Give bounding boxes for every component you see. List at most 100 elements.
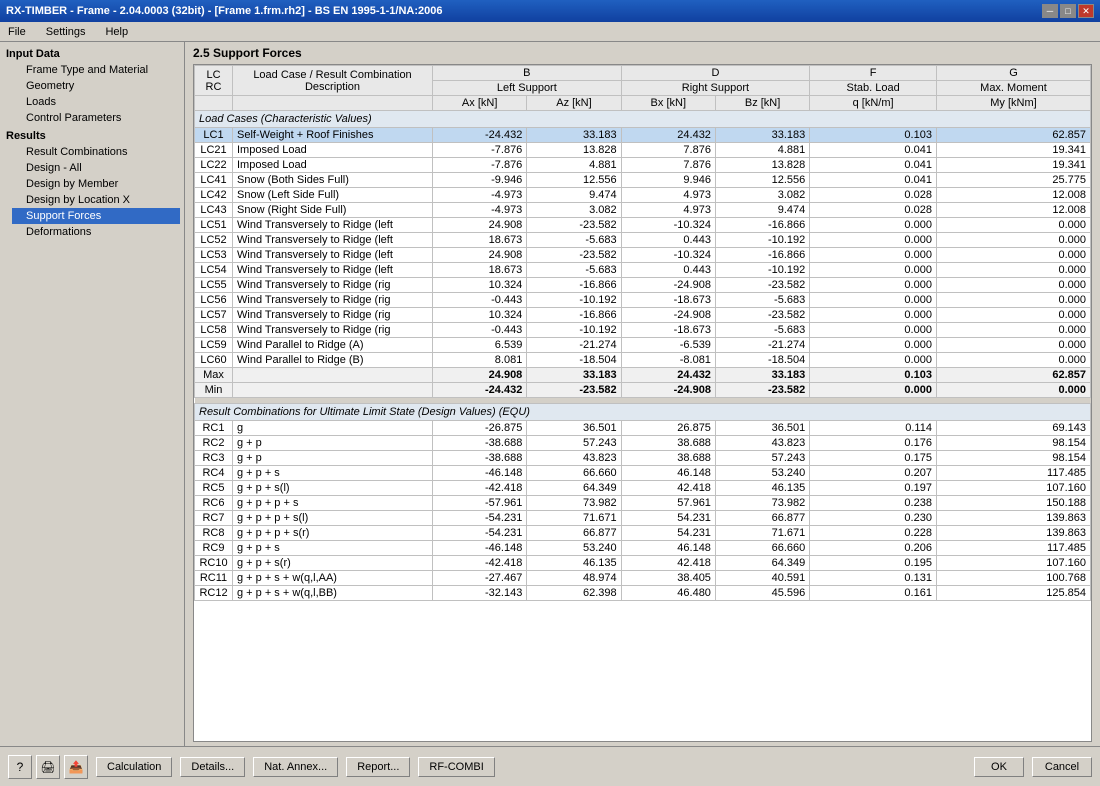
sidebar-item-control-params[interactable]: Control Parameters <box>12 110 180 126</box>
bx-val: -10.324 <box>621 248 715 263</box>
my-val: 25.775 <box>936 173 1090 188</box>
my-val: 0.000 <box>936 383 1090 398</box>
export-icon-button[interactable]: 📤 <box>64 755 88 779</box>
q-val: 0.161 <box>810 586 937 601</box>
help-icon-button[interactable]: ? <box>8 755 32 779</box>
minimize-button[interactable]: ─ <box>1042 4 1058 18</box>
ax-val: -38.688 <box>433 451 527 466</box>
bx-val: 46.480 <box>621 586 715 601</box>
my-val: 62.857 <box>936 368 1090 383</box>
bz-val: 33.183 <box>715 368 809 383</box>
lc-id: LC57 <box>195 308 233 323</box>
ax-val: 18.673 <box>433 233 527 248</box>
ax-val: -27.467 <box>433 571 527 586</box>
az-val: 36.501 <box>527 421 621 436</box>
bz-val: -10.192 <box>715 263 809 278</box>
sidebar-input-data-header: Input Data <box>4 46 180 62</box>
table-row: LC21 Imposed Load -7.876 13.828 7.876 4.… <box>195 143 1091 158</box>
bz-val: 13.828 <box>715 158 809 173</box>
ax-val: 8.081 <box>433 353 527 368</box>
bz-val: 46.135 <box>715 481 809 496</box>
bx-val: 24.432 <box>621 128 715 143</box>
q-val: 0.028 <box>810 203 937 218</box>
rc-desc: g + p + s <box>233 466 433 481</box>
ax-val: 6.539 <box>433 338 527 353</box>
bz-val: 53.240 <box>715 466 809 481</box>
az-val: -5.683 <box>527 233 621 248</box>
rc-desc: g + p <box>233 436 433 451</box>
table-container[interactable]: LCRC Load Case / Result CombinationDescr… <box>193 64 1092 742</box>
sidebar-item-design-by-location[interactable]: Design by Location X <box>12 192 180 208</box>
menu-file[interactable]: File <box>4 25 30 39</box>
bx-val: 7.876 <box>621 158 715 173</box>
ax-val: -32.143 <box>433 586 527 601</box>
ax-val: -4.973 <box>433 203 527 218</box>
bx-val: -24.908 <box>621 278 715 293</box>
sidebar-item-deformations[interactable]: Deformations <box>12 224 180 240</box>
bx-val: 4.973 <box>621 188 715 203</box>
rc-desc: g + p + p + s(r) <box>233 526 433 541</box>
sidebar-item-loads[interactable]: Loads <box>12 94 180 110</box>
close-button[interactable]: ✕ <box>1078 4 1094 18</box>
lc-desc: Wind Transversely to Ridge (left <box>233 263 433 278</box>
menu-settings[interactable]: Settings <box>42 25 90 39</box>
sidebar-item-geometry[interactable]: Geometry <box>12 78 180 94</box>
lc-id: LC53 <box>195 248 233 263</box>
details-button[interactable]: Details... <box>180 757 245 777</box>
menu-help[interactable]: Help <box>101 25 132 39</box>
rf-combi-button[interactable]: RF-COMBI <box>418 757 494 777</box>
sidebar-item-design-by-member[interactable]: Design by Member <box>12 176 180 192</box>
az-val: 57.243 <box>527 436 621 451</box>
ax-val: -24.432 <box>433 383 527 398</box>
ax-val: -54.231 <box>433 511 527 526</box>
col-header-max-moment: Max. Moment <box>936 81 1090 96</box>
bx-val: -10.324 <box>621 218 715 233</box>
ax-val: -42.418 <box>433 556 527 571</box>
rc-desc: g + p + p + s <box>233 496 433 511</box>
lc-desc: Wind Parallel to Ridge (A) <box>233 338 433 353</box>
table-row: LC22 Imposed Load -7.876 4.881 7.876 13.… <box>195 158 1091 173</box>
col-header-stab-load: Stab. Load <box>810 81 937 96</box>
bx-val: 38.405 <box>621 571 715 586</box>
sidebar-item-design-all[interactable]: Design - All <box>12 160 180 176</box>
lc-desc: Wind Transversely to Ridge (left <box>233 218 433 233</box>
table-row: LC57 Wind Transversely to Ridge (rig 10.… <box>195 308 1091 323</box>
ax-val: -38.688 <box>433 436 527 451</box>
az-val: 33.183 <box>527 128 621 143</box>
lc-id: Max <box>195 368 233 383</box>
title-bar: RX-TIMBER - Frame - 2.04.0003 (32bit) - … <box>0 0 1100 22</box>
cancel-button[interactable]: Cancel <box>1032 757 1092 777</box>
lc-id: LC59 <box>195 338 233 353</box>
q-val: 0.041 <box>810 173 937 188</box>
lc-id: LC60 <box>195 353 233 368</box>
az-val: -18.504 <box>527 353 621 368</box>
ax-val: 24.908 <box>433 248 527 263</box>
section1-header: Load Cases (Characteristic Values) <box>195 111 1091 128</box>
maximize-button[interactable]: □ <box>1060 4 1076 18</box>
my-val: 0.000 <box>936 218 1090 233</box>
sidebar-item-support-forces[interactable]: Support Forces <box>12 208 180 224</box>
bz-val: -23.582 <box>715 383 809 398</box>
nat-annex-button[interactable]: Nat. Annex... <box>253 757 338 777</box>
my-val: 0.000 <box>936 263 1090 278</box>
lc-desc: Wind Parallel to Ridge (B) <box>233 353 433 368</box>
az-val: 33.183 <box>527 368 621 383</box>
q-val: 0.228 <box>810 526 937 541</box>
report-button[interactable]: Report... <box>346 757 410 777</box>
sidebar-section-input: Input Data Frame Type and Material Geome… <box>4 46 180 126</box>
table-row: LC59 Wind Parallel to Ridge (A) 6.539 -2… <box>195 338 1091 353</box>
table-row: LC53 Wind Transversely to Ridge (left 24… <box>195 248 1091 263</box>
table-row: LC41 Snow (Both Sides Full) -9.946 12.55… <box>195 173 1091 188</box>
az-val: -5.683 <box>527 263 621 278</box>
q-val: 0.103 <box>810 368 937 383</box>
my-val: 0.000 <box>936 278 1090 293</box>
col-header-my: My [kNm] <box>936 96 1090 111</box>
my-val: 98.154 <box>936 451 1090 466</box>
sidebar-item-result-combinations[interactable]: Result Combinations <box>12 144 180 160</box>
az-val: 71.671 <box>527 511 621 526</box>
lc-id: LC1 <box>195 128 233 143</box>
calculation-button[interactable]: Calculation <box>96 757 172 777</box>
ok-button[interactable]: OK <box>974 757 1024 777</box>
sidebar-item-frame-type[interactable]: Frame Type and Material <box>12 62 180 78</box>
print-icon-button[interactable]: 🖨 <box>36 755 60 779</box>
